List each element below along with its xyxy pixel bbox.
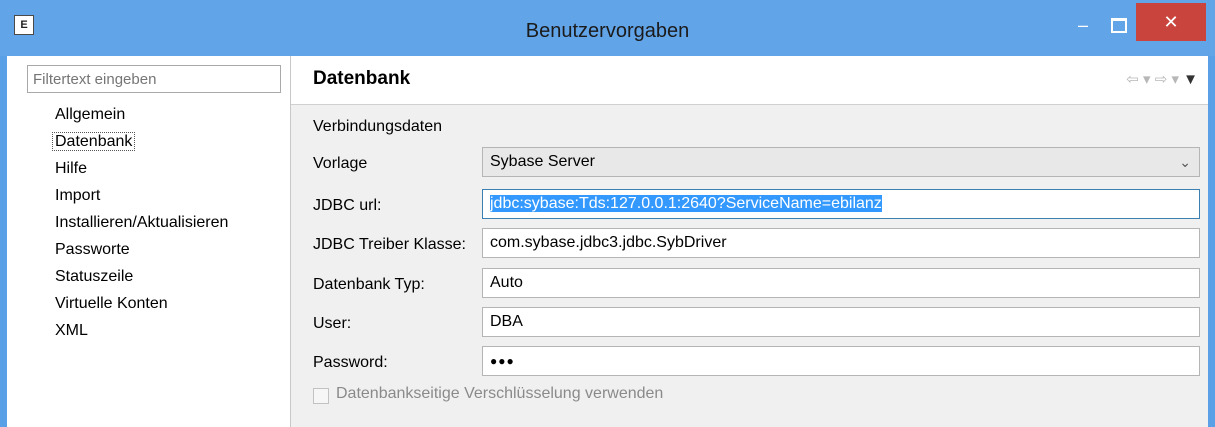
tree-item-label: Hilfe	[55, 160, 88, 177]
window-title: Benutzervorgaben	[525, 20, 690, 42]
driver-value: com.sybase.jdbc3.jdbc.SybDriver	[490, 234, 727, 251]
user-input[interactable]: DBA	[482, 307, 1200, 337]
page-header: Datenbank ⇦ ▾ ⇨ ▾ ▼	[291, 56, 1208, 105]
back-arrow-icon[interactable]: ⇦	[1126, 71, 1139, 88]
forward-dropdown-icon[interactable]: ▾	[1171, 71, 1179, 88]
driver-input[interactable]: com.sybase.jdbc3.jdbc.SybDriver	[482, 228, 1200, 258]
title-bar: E Benutzervorgaben ‒ ✕	[0, 0, 1215, 56]
tree-item-label: Datenbank	[51, 132, 136, 151]
tree-item-passworte[interactable]: Passworte	[55, 240, 228, 267]
user-value: DBA	[490, 313, 523, 330]
tree-item-allgemein[interactable]: Allgemein	[55, 105, 228, 132]
preferences-sidebar: Allgemein Datenbank Hilfe Import Install…	[7, 56, 291, 427]
encryption-checkbox-label: Datenbankseitige Verschlüsselung verwend…	[336, 385, 664, 402]
driver-label: JDBC Treiber Klasse:	[313, 236, 466, 253]
tree-item-import[interactable]: Import	[55, 186, 228, 213]
password-input[interactable]: ●●●	[482, 346, 1200, 376]
tree-item-label: Passworte	[55, 241, 130, 258]
vorlage-label: Vorlage	[313, 155, 368, 172]
section-label: Verbindungsdaten	[313, 118, 442, 135]
view-menu-icon[interactable]: ▼	[1183, 71, 1198, 88]
tree-item-hilfe[interactable]: Hilfe	[55, 159, 228, 186]
close-button[interactable]: ✕	[1136, 3, 1206, 41]
maximize-icon	[1111, 18, 1127, 33]
tree-item-label: Statuszeile	[55, 268, 134, 285]
vorlage-select[interactable]: Sybase Server ⌄	[482, 147, 1200, 177]
tree-item-installieren[interactable]: Installieren/Aktualisieren	[55, 213, 228, 240]
user-label: User:	[313, 315, 352, 332]
tree-item-label: XML	[55, 322, 88, 339]
tree-item-virtuelle-konten[interactable]: Virtuelle Konten	[55, 294, 228, 321]
jdbc-url-value: jdbc:sybase:Tds:127.0.0.1:2640?ServiceNa…	[489, 194, 883, 213]
db-type-label: Datenbank Typ:	[313, 276, 425, 293]
tree-item-label: Virtuelle Konten	[55, 295, 168, 312]
back-dropdown-icon[interactable]: ▾	[1143, 71, 1151, 88]
tree-item-xml[interactable]: XML	[55, 321, 228, 348]
page-title: Datenbank	[313, 68, 411, 89]
filter-input[interactable]	[27, 65, 281, 93]
tree-item-label: Allgemein	[55, 106, 126, 123]
tree-item-datenbank[interactable]: Datenbank	[51, 132, 228, 159]
tree-item-label: Installieren/Aktualisieren	[55, 214, 229, 231]
maximize-button[interactable]	[1104, 14, 1132, 36]
password-value: ●●●	[490, 354, 515, 368]
password-label: Password:	[313, 354, 388, 371]
preference-page: Datenbank ⇦ ▾ ⇨ ▾ ▼ Verbindungsdaten Vor…	[291, 56, 1208, 427]
forward-arrow-icon[interactable]: ⇨	[1155, 71, 1168, 88]
tree-item-statuszeile[interactable]: Statuszeile	[55, 267, 228, 294]
encryption-checkbox[interactable]	[313, 388, 329, 404]
tree-item-label: Import	[55, 187, 101, 204]
chevron-down-icon: ⌄	[1179, 154, 1191, 170]
dialog-body: Allgemein Datenbank Hilfe Import Install…	[7, 56, 1208, 427]
vorlage-value: Sybase Server	[490, 153, 595, 170]
db-type-input[interactable]: Auto	[482, 268, 1200, 298]
jdbc-url-label: JDBC url:	[313, 197, 382, 214]
minimize-button[interactable]: ‒	[1069, 14, 1097, 36]
jdbc-url-input[interactable]: jdbc:sybase:Tds:127.0.0.1:2640?ServiceNa…	[482, 189, 1200, 219]
preferences-tree: Allgemein Datenbank Hilfe Import Install…	[51, 105, 228, 348]
db-type-value: Auto	[490, 274, 523, 291]
page-navigation: ⇦ ▾ ⇨ ▾ ▼	[1126, 70, 1198, 88]
